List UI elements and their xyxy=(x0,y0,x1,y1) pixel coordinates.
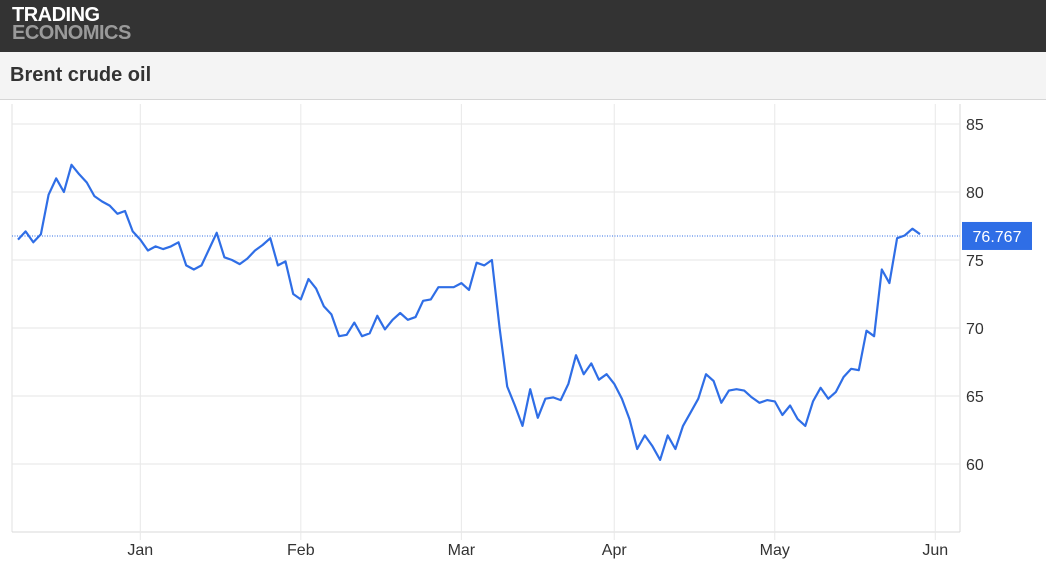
x-tick-label: Feb xyxy=(287,542,315,559)
x-tick-label: May xyxy=(760,542,790,559)
x-tick-label: Jun xyxy=(922,542,948,559)
last-value-label: 76.767 xyxy=(973,229,1022,246)
y-tick-label: 75 xyxy=(966,253,984,270)
y-tick-label: 65 xyxy=(966,389,984,406)
y-tick-label: 70 xyxy=(966,321,984,338)
y-tick-label: 60 xyxy=(966,457,984,474)
price-series-line[interactable] xyxy=(17,163,921,461)
y-tick-label: 80 xyxy=(966,185,984,202)
price-chart: 60 65 70 75 80 85 Jan Feb Mar Apr May Jun 76.767 xyxy=(11,104,1032,559)
x-tick-label: Apr xyxy=(602,542,628,559)
x-tick-label: Mar xyxy=(448,542,476,559)
x-tick-label: Jan xyxy=(127,542,153,559)
y-tick-label: 85 xyxy=(966,117,984,134)
